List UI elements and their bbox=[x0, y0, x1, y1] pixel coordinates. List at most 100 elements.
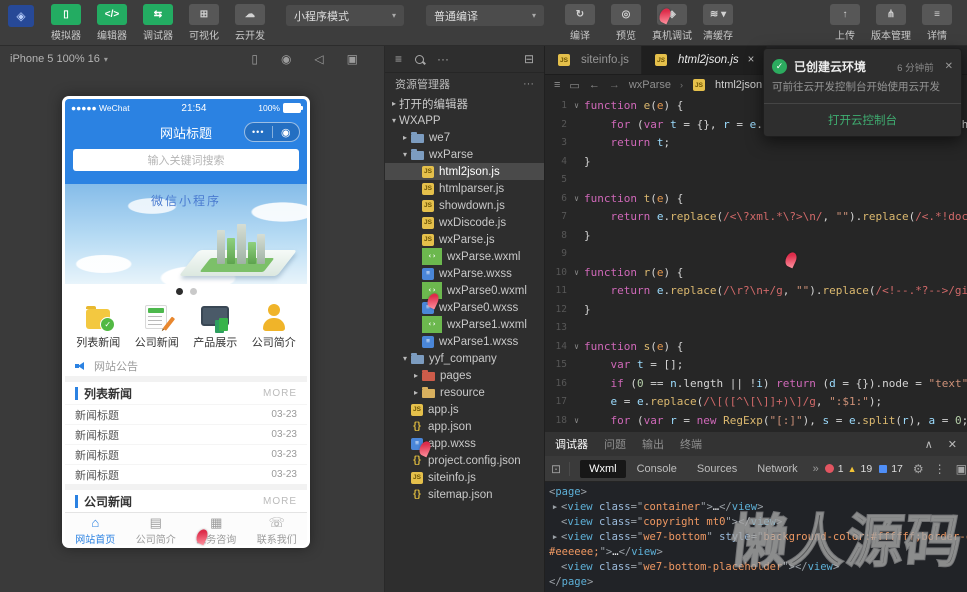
chevron-down-icon[interactable]: ▾ bbox=[104, 55, 108, 64]
tree-item[interactable]: ▾ WXAPP bbox=[385, 112, 544, 129]
toolbar-button-upload[interactable]: ↑ 上传 bbox=[823, 4, 867, 42]
tree-item[interactable]: ‹› wxParse1.wxml bbox=[385, 316, 544, 333]
tree-item[interactable]: JS siteinfo.js bbox=[385, 469, 544, 486]
open-cloud-console-link[interactable]: 打开云控制台 bbox=[764, 103, 961, 136]
fold-chevron-icon[interactable]: ∨ bbox=[569, 97, 584, 116]
tree-item[interactable]: ▸ we7 bbox=[385, 129, 544, 146]
tree-item[interactable]: ▸ 打开的编辑器 bbox=[385, 95, 544, 112]
close-icon[interactable]: × bbox=[748, 54, 755, 66]
collapse-icon[interactable]: ∧ bbox=[925, 438, 933, 451]
devtools-logo-icon[interactable]: ◈ bbox=[8, 5, 34, 27]
banner-carousel[interactable]: 微信小程序 bbox=[65, 184, 307, 284]
more-icon[interactable]: ··· bbox=[437, 52, 449, 66]
gear-icon[interactable]: ⚙ bbox=[913, 462, 924, 476]
expand-arrow-icon[interactable]: ▶ bbox=[549, 530, 561, 545]
fold-chevron-icon[interactable]: ∨ bbox=[569, 264, 584, 283]
fold-chevron-icon[interactable]: ∨ bbox=[569, 338, 584, 357]
toolbar-button-code[interactable]: </> 编辑器 bbox=[90, 4, 134, 42]
tree-item[interactable]: {} sitemap.json bbox=[385, 486, 544, 503]
panel-tab-终端[interactable]: 终端 bbox=[680, 436, 702, 452]
editor-tab[interactable]: JS html2json.js × bbox=[641, 46, 768, 74]
wxml-line[interactable]: < view class =" copyright mt0 "></view > bbox=[549, 515, 963, 530]
wxml-line[interactable]: </page > bbox=[549, 575, 963, 590]
panel-tab-调试器[interactable]: 调试器 bbox=[555, 436, 588, 452]
kebab-menu-icon[interactable]: ⋮ bbox=[934, 462, 946, 476]
wxml-inspector[interactable]: < page > ▶ < view class =" container ">… </view > <… bbox=[545, 482, 967, 592]
dot-active[interactable] bbox=[175, 287, 183, 295]
record-icon[interactable]: ◉ bbox=[281, 52, 291, 66]
devtools-tab-wxml[interactable]: Wxml bbox=[580, 459, 626, 478]
breadcrumb-folder[interactable]: wxParse bbox=[629, 79, 671, 91]
toolbar-button-branch[interactable]: ⋔ 版本管理 bbox=[869, 4, 913, 42]
mode-dropdown[interactable]: 小程序模式 ▾ bbox=[286, 5, 404, 26]
news-row[interactable]: 新闻标题 03-23 bbox=[65, 424, 307, 444]
dot-inactive[interactable] bbox=[189, 287, 197, 295]
collapse-panel-icon[interactable]: ⊟ bbox=[524, 52, 534, 66]
tree-item[interactable]: ≡ app.wxss bbox=[385, 435, 544, 452]
panel-tab-输出[interactable]: 输出 bbox=[642, 436, 664, 452]
tree-item[interactable]: ▸ pages bbox=[385, 367, 544, 384]
info-count[interactable]: 17 bbox=[891, 463, 903, 475]
device-frame-icon[interactable]: ▯ bbox=[251, 52, 258, 66]
tree-item[interactable]: JS wxParse.js bbox=[385, 231, 544, 248]
tree-item[interactable]: ▾ yyf_company bbox=[385, 350, 544, 367]
tree-item[interactable]: ≡ wxParse1.wxss bbox=[385, 333, 544, 350]
tree-item[interactable]: ▸ resource bbox=[385, 384, 544, 401]
tree-item[interactable]: {} project.config.json bbox=[385, 452, 544, 469]
toolbar-button-grid[interactable]: ⊞ 可视化 bbox=[182, 4, 226, 42]
devtools-tab-console[interactable]: Console bbox=[628, 460, 686, 478]
more-link[interactable]: MORE bbox=[263, 496, 297, 507]
wxml-line[interactable]: < view class =" we7-bottom-placeholder "></v… bbox=[549, 560, 963, 575]
panel-tab-问题[interactable]: 问题 bbox=[604, 436, 626, 452]
tree-item[interactable]: JS showdown.js bbox=[385, 197, 544, 214]
news-row[interactable]: 新闻标题 03-23 bbox=[65, 444, 307, 464]
warning-count[interactable]: 19 bbox=[861, 463, 873, 475]
fold-chevron-icon[interactable]: ∨ bbox=[569, 190, 584, 209]
toolbar-button-details[interactable]: ≡ 详情 bbox=[915, 4, 959, 42]
more-link[interactable]: MORE bbox=[263, 388, 297, 399]
tree-item[interactable]: JS app.js bbox=[385, 401, 544, 418]
quick-entry-doc-pencil[interactable]: 公司新闻 bbox=[128, 298, 187, 356]
compile-dropdown[interactable]: 普通编译 ▾ bbox=[426, 5, 544, 26]
device-selector[interactable]: iPhone 5 100% 16 bbox=[10, 53, 100, 65]
search-icon[interactable] bbox=[415, 54, 425, 64]
back-icon[interactable]: ← bbox=[589, 79, 600, 91]
tabbar-item-building[interactable]: ▤ 公司简介 bbox=[126, 513, 187, 546]
quick-entry-person[interactable]: 公司简介 bbox=[245, 298, 304, 356]
wxml-line[interactable]: ▶ < view class =" container ">… </view > bbox=[549, 500, 963, 515]
menu-icon[interactable]: ≡ bbox=[554, 79, 560, 91]
tree-item[interactable]: ‹› wxParse.wxml bbox=[385, 248, 544, 265]
tree-item[interactable]: ‹› wxParse0.wxml bbox=[385, 282, 544, 299]
inspect-element-icon[interactable]: ⊡ bbox=[551, 461, 571, 476]
more-tabs-icon[interactable]: » bbox=[813, 463, 819, 475]
fold-chevron-icon[interactable]: ∨ bbox=[569, 412, 584, 431]
explorer-more-icon[interactable]: ··· bbox=[523, 78, 534, 90]
tree-item[interactable]: {} app.json bbox=[385, 418, 544, 435]
toolbar-button-refresh[interactable]: ↻ 编译 bbox=[558, 4, 602, 42]
forward-icon[interactable]: → bbox=[609, 79, 620, 91]
tree-item[interactable]: JS htmlparser.js bbox=[385, 180, 544, 197]
news-row[interactable]: 新闻标题 03-23 bbox=[65, 464, 307, 484]
tree-item[interactable]: ≡ wxParse.wxss bbox=[385, 265, 544, 282]
devtools-tab-sources[interactable]: Sources bbox=[688, 460, 746, 478]
devtools-tab-network[interactable]: Network bbox=[748, 460, 806, 478]
close-icon[interactable]: ✕ bbox=[945, 61, 953, 72]
capsule-target-icon[interactable]: ◉ bbox=[273, 126, 300, 139]
toolbar-button-swap[interactable]: ⇆ 调试器 bbox=[136, 4, 180, 42]
tree-item[interactable]: JS wxDiscode.js bbox=[385, 214, 544, 231]
announcement-row[interactable]: 网站公告 bbox=[65, 356, 307, 376]
search-input[interactable]: 输入关键词搜索 bbox=[73, 149, 299, 171]
bookmark-icon[interactable]: ▭ bbox=[569, 79, 579, 92]
news-row[interactable]: 新闻标题 03-23 bbox=[65, 404, 307, 424]
editor-tab[interactable]: JS siteinfo.js bbox=[545, 46, 642, 74]
tree-item[interactable]: ≡ wxParse0.wxss bbox=[385, 299, 544, 316]
mute-icon[interactable]: ◁ bbox=[314, 52, 323, 66]
menu-icon[interactable]: ≡ bbox=[395, 52, 402, 66]
capsule-menu[interactable]: ••• ◉ bbox=[244, 122, 300, 142]
dock-icon[interactable]: ▣ bbox=[956, 462, 967, 476]
tabbar-item-contact[interactable]: ☏ 联系我们 bbox=[247, 513, 308, 546]
toolbar-button-layers[interactable]: ≋ ▾ 清缓存 bbox=[696, 4, 740, 42]
toolbar-button-eye[interactable]: ◎ 预览 bbox=[604, 4, 648, 42]
quick-entry-folder-check[interactable]: ✓ 列表新闻 bbox=[69, 298, 128, 356]
tabbar-item-consult[interactable]: ▦ 业务咨询 bbox=[186, 513, 247, 546]
